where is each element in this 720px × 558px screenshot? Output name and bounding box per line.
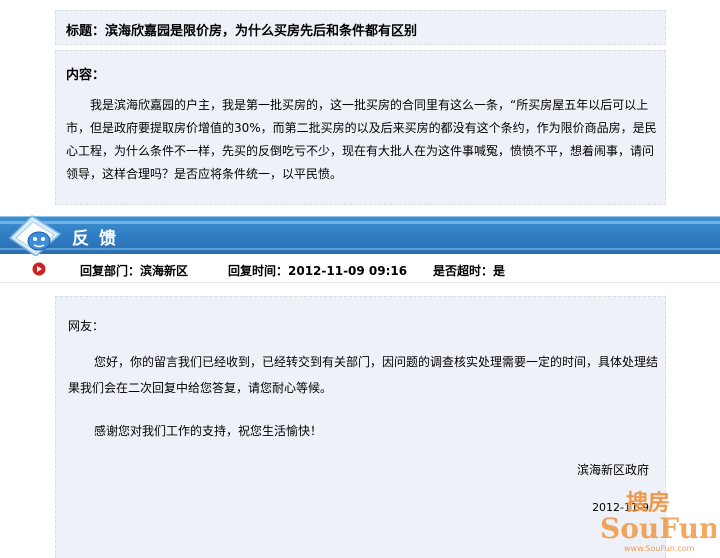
watermark-url: www.SouFun.com	[624, 544, 695, 553]
arrow-right-icon	[32, 262, 46, 276]
feedback-title: 反馈	[72, 229, 126, 249]
reply-meta-row: 回复部门：滨海新区 回复时间：2012-11-09 09:16 是否超时：是	[0, 256, 720, 283]
reply-body: 您好，你的留言我们已经收到，已经转交到有关部门，因问题的调查核实处理需要一定的时…	[68, 355, 659, 395]
reply-department: 回复部门：滨海新区	[80, 264, 189, 278]
post-title: 标题：滨海欣嘉园是限价房，为什么买房先后和条件都有区别	[66, 24, 418, 39]
reply-thanks: 感谢您对我们工作的支持，祝您生活愉快！	[94, 424, 323, 438]
reply-signature: 滨海新区政府	[576, 463, 649, 477]
reply-salutation: 网友：	[68, 319, 105, 333]
post-content-panel: 内容： 我是滨海欣嘉园的户主，我是第一批买房的，这一批买房的合同里有这么一条，“…	[55, 50, 666, 205]
post-content-body: 我是滨海欣嘉园的户主，我是第一批买房的，这一批买房的合同里有这么一条，“所买房屋…	[66, 98, 657, 181]
reply-time: 回复时间：2012-11-09 09:16	[228, 264, 408, 278]
content-label: 内容：	[66, 68, 106, 83]
watermark-en: SouFun	[600, 512, 716, 545]
soufun-watermark-logo: 搜房 SouFun www.SouFun.com	[600, 490, 716, 553]
reply-overdue: 是否超时：是	[433, 264, 506, 278]
reply-panel: 网友： 您好，你的留言我们已经收到，已经转交到有关部门，因问题的调查核实处理需要…	[55, 296, 666, 558]
chat-bubble-icon	[8, 215, 62, 257]
post-title-panel: 标题：滨海欣嘉园是限价房，为什么买房先后和条件都有区别	[55, 10, 666, 45]
